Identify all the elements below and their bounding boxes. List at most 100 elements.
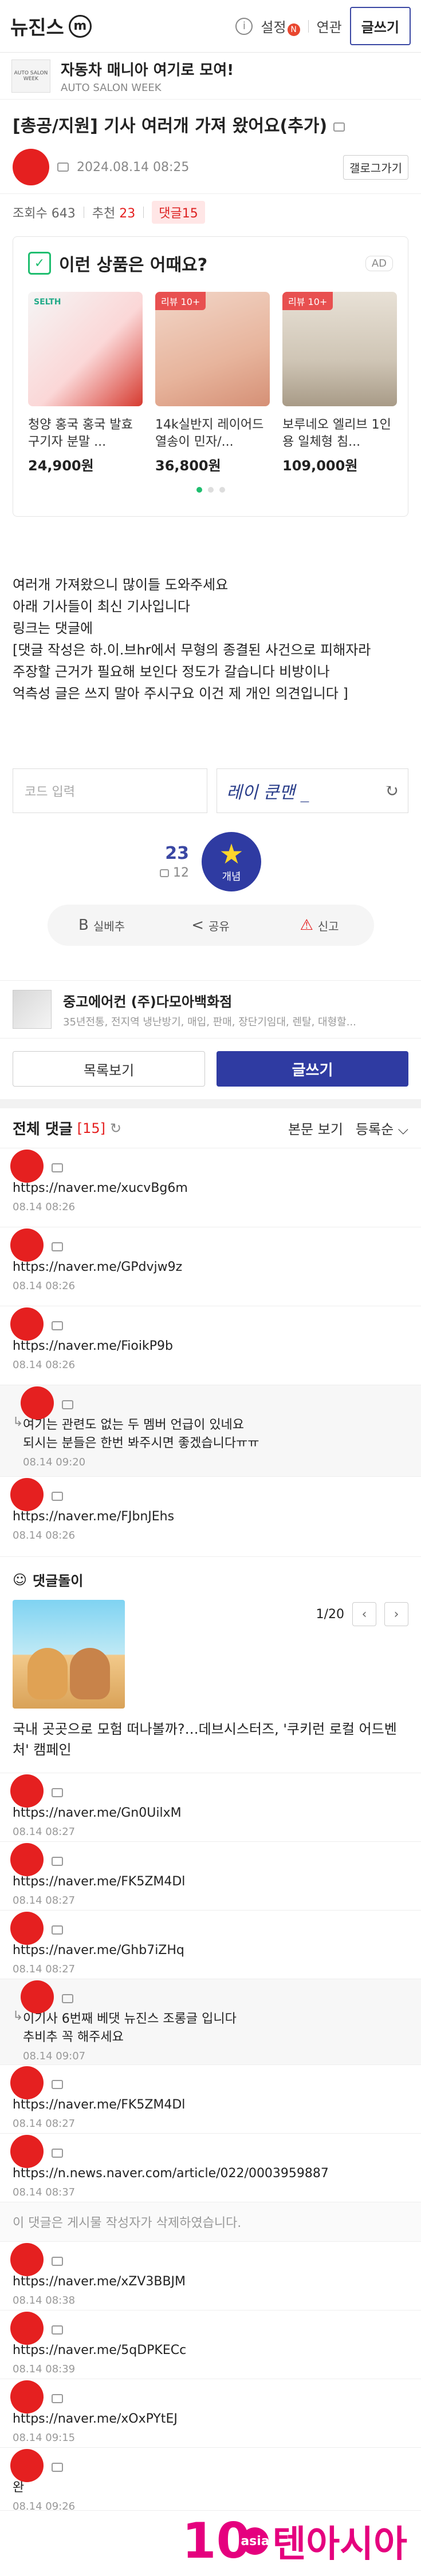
product-image: 리뷰 10+ [282,292,397,406]
recommend-label: 추천 [92,207,116,221]
comment-text: 이기사 6번째 베댓 뉴진스 조롱글 입니다 추비추 꼭 해주세요 [23,2012,237,2044]
refresh-icon[interactable]: ↻ [384,781,399,801]
comment-author-row [10,1150,408,1183]
commenter-avatar[interactable] [21,1980,54,2014]
comment[interactable]: https://naver.me/FK5ZM4Dl 08.14 08:27 [0,1842,421,1911]
comment[interactable]: https://naver.me/Gn0UilxM 08.14 08:27 [0,1773,421,1842]
commenter-avatar[interactable] [10,2066,44,2099]
sponsored-banner[interactable]: 중고에어컨 (주)다모아백화점 35년전통, 전지역 냉난방기, 매입, 판매,… [0,980,421,1039]
avatar-wrap [10,1774,46,1808]
body-line: 아래 기사들이 최신 기사입니다 [13,599,190,615]
ad-item[interactable]: 리뷰 10+ 14k실반지 레이어드 열송이 민자/... 36,800원 [155,292,270,474]
comment[interactable]: https://naver.me/Ghb7iZHq 08.14 08:27 [0,1911,421,1979]
comment-author-row [21,1386,408,1420]
write-button-top[interactable]: 글쓰기 [349,7,411,45]
comment-text: https://naver.me/FioikP9b [13,1339,173,1353]
sort-dropdown[interactable]: 등록순 ⌵ [356,1118,408,1138]
next-button[interactable]: › [384,1602,408,1626]
info-icon[interactable]: i [235,17,253,35]
commenter-avatar[interactable] [10,2312,44,2345]
best-recommend-button[interactable]: B 실베추 [48,917,156,934]
comment-text: https://naver.me/GPdvjw9z [13,1260,183,1274]
commenter-avatar[interactable] [10,1774,44,1808]
comment[interactable]: https://naver.me/xZV3BBJM 08.14 08:38 [0,2242,421,2311]
mobile-icon [333,122,345,132]
carousel-dot[interactable] [196,487,202,493]
commenter-avatar[interactable] [10,1912,44,1945]
commenter-avatar[interactable] [10,2449,44,2482]
commenter-avatar[interactable] [21,1386,54,1420]
gallery-name: 자동차 매니아 여기로 모여! [61,61,234,79]
reload-icon[interactable]: ↻ [110,1120,121,1136]
gallog-button[interactable]: 갤로그가기 [343,154,408,180]
dolls-caption[interactable]: 국내 곳곳으로 모험 떠나볼까?…데브시스터즈, '쿠키런 로컬 어드벤처' 캠… [13,1719,408,1760]
comment-author-row [10,2243,408,2276]
carousel-dot[interactable] [219,487,225,493]
author-avatar[interactable] [13,149,49,185]
product-price: 24,900원 [28,458,94,474]
avatar-wrap [21,1980,56,2014]
gallery-banner[interactable]: AUTO SALON WEEK 자동차 매니아 여기로 모여! AUTO SAL… [0,53,421,100]
comment[interactable]: https://naver.me/GPdvjw9z 08.14 08:26 [0,1227,421,1306]
comment-date: 08.14 08:37 [13,2186,76,2198]
comment-text: 완 [13,2480,25,2495]
commenter-avatar[interactable] [10,1150,44,1183]
banner-title: 중고에어컨 (주)다모아백화점 [63,993,233,1010]
list-button[interactable]: 목록보기 [13,1051,205,1087]
report-button[interactable]: ⚠ 신고 [265,917,374,934]
captcha-input[interactable]: 코드 입력 [13,768,207,813]
comments-count: 15 [182,207,198,221]
comment[interactable]: https://n.news.naver.com/article/022/000… [0,2134,421,2202]
comments-count-badge[interactable]: 댓글15 [152,201,205,224]
avatar-wrap [10,2135,46,2168]
comment-text: https://naver.me/FJbnJEhs [13,1509,175,1524]
product-image: SELTH [28,292,143,406]
comment-doll-ad: ☺ 댓글돌이 1/20 ‹ › 국내 곳곳으로 모험 떠나볼까?…데브시스터즈, … [0,1557,421,1773]
comment-text: 여기는 관련도 없는 두 멤버 언급이 있네요 되시는 분들은 한번 봐주시면 좋… [23,1418,259,1451]
views-label: 조회수 [13,207,48,221]
cookie-run-image[interactable] [13,1600,125,1709]
commenter-avatar[interactable] [10,2243,44,2276]
carousel-dot[interactable] [207,487,214,493]
reply-comment[interactable]: ↳ 여기는 관련도 없는 두 멤버 언급이 있네요 되시는 분들은 한번 봐주시면 … [0,1385,421,1477]
prev-button[interactable]: ‹ [352,1602,376,1626]
cookie-character [70,1648,110,1699]
fixed-user-upvote-count: 12 [160,866,189,880]
ad-item[interactable]: 리뷰 10+ 보루네오 엘리브 1인용 일체형 침... 109,000원 [282,292,397,474]
banner-sub: 35년전통, 전지역 냉난방기, 매입, 판매, 장단기임대, 렌탈, 대형할.… [63,1016,356,1028]
comment[interactable]: https://naver.me/xOxPYtEJ 08.14 09:15 [0,2379,421,2448]
comment[interactable]: https://naver.me/5qDPKECc 08.14 08:39 [0,2311,421,2379]
comment[interactable]: https://naver.me/xucvBg6m 08.14 08:26 [0,1148,421,1227]
comment[interactable]: 완 08.14 09:26 [0,2448,421,2512]
commenter-avatar[interactable] [10,2380,44,2413]
upvote-button[interactable]: ★ 개념 [202,832,261,891]
comment[interactable]: https://naver.me/FioikP9b 08.14 08:26 [0,1306,421,1385]
commenter-avatar[interactable] [10,1307,44,1341]
commenter-avatar[interactable] [10,2135,44,2168]
gallog-icon [52,2149,63,2158]
product-price: 36,800원 [155,458,221,474]
vote-area: 23 12 ★ 개념 [0,825,421,899]
commenter-avatar[interactable] [10,1843,44,1876]
comment-author-row [10,1774,408,1808]
related-button[interactable]: 연관 [317,16,342,36]
write-button[interactable]: 글쓰기 [217,1051,408,1087]
commenter-avatar[interactable] [10,1478,44,1511]
share-button[interactable]: < 공유 [156,917,265,934]
comment[interactable]: https://naver.me/FK5ZM4Dl 08.14 08:27 [0,2065,421,2134]
brand[interactable]: 뉴진스 m [10,12,92,40]
reply-comment[interactable]: ↳ 이기사 6번째 베댓 뉴진스 조롱글 입니다 추비추 꼭 해주세요 08.14 0… [0,1979,421,2065]
commenter-avatar[interactable] [10,1228,44,1262]
gallog-icon [52,2080,63,2089]
dolls-title: 댓글돌이 [33,1573,84,1589]
product-name: 보루네오 엘리브 1인용 일체형 침... [282,418,391,449]
comment-date: 08.14 08:38 [13,2294,76,2306]
ad-item[interactable]: SELTH 청양 홍국 홍국 발효 구기자 분말 ... 24,900원 [28,292,143,474]
upvote-label: 개념 [222,871,241,883]
comment[interactable]: https://naver.me/FJbnJEhs 08.14 08:26 [0,1477,421,1557]
settings-button[interactable]: 설정 N [261,16,300,36]
ad-label[interactable]: AD [365,255,393,271]
avatar-wrap [10,2066,46,2099]
view-post-button[interactable]: 본문 보기 [288,1118,343,1138]
body-line: 여러개 가져왔으니 많이들 도와주세요 [13,577,229,593]
